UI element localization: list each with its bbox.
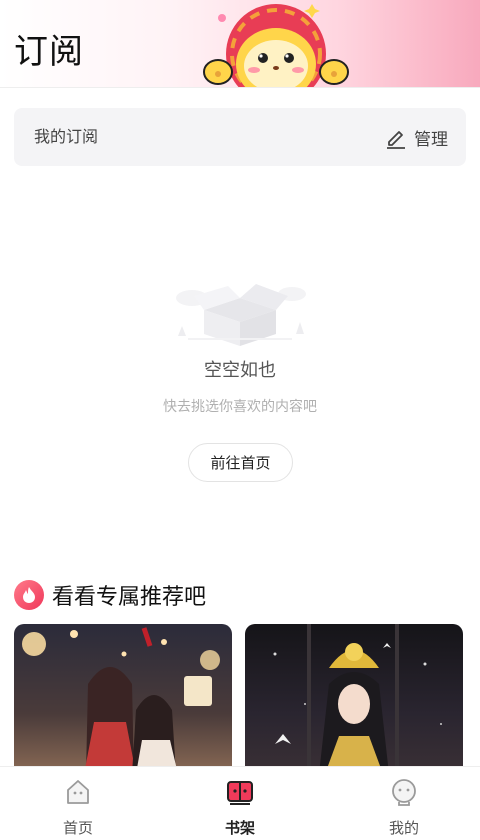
empty-state-subtitle: 快去挑选你喜欢的内容吧 (163, 399, 317, 415)
manage-label: 管理 (414, 129, 448, 150)
header: 订阅 (0, 0, 480, 88)
recommend-title: 看看专属推荐吧 (52, 585, 207, 610)
mascot-illustration (203, 4, 349, 87)
nav-home-label: 首页 (62, 819, 93, 837)
page-title: 订阅 (14, 32, 84, 72)
go-to-home-button[interactable]: 前往首页 (188, 443, 293, 482)
my-subscriptions-label: 我的订阅 (34, 127, 99, 146)
nav-profile[interactable]: 我的 (364, 775, 444, 839)
nav-bookshelf[interactable]: 书架 (200, 775, 280, 839)
manage-button[interactable]: 管理 (384, 122, 448, 152)
bottom-nav: 首页 书架 我的 (0, 766, 480, 840)
empty-box-illustration (176, 284, 306, 346)
bookshelf-icon (223, 775, 257, 809)
cover-illustration (22, 627, 220, 774)
nav-bookshelf-label: 书架 (224, 819, 255, 837)
home-icon (61, 775, 95, 809)
cover-illustration (273, 624, 442, 774)
fire-icon (14, 580, 44, 610)
recommend-header: 看看专属推荐吧 (14, 578, 206, 612)
edit-icon (387, 131, 405, 149)
recommend-card[interactable] (245, 624, 463, 774)
nav-profile-label: 我的 (388, 819, 419, 837)
nav-home[interactable]: 首页 (38, 775, 118, 839)
empty-state-title: 空空如也 (204, 360, 276, 381)
my-subscriptions-bar: 我的订阅 管理 (14, 108, 466, 166)
profile-icon (387, 775, 421, 809)
recommend-card[interactable] (14, 624, 232, 774)
